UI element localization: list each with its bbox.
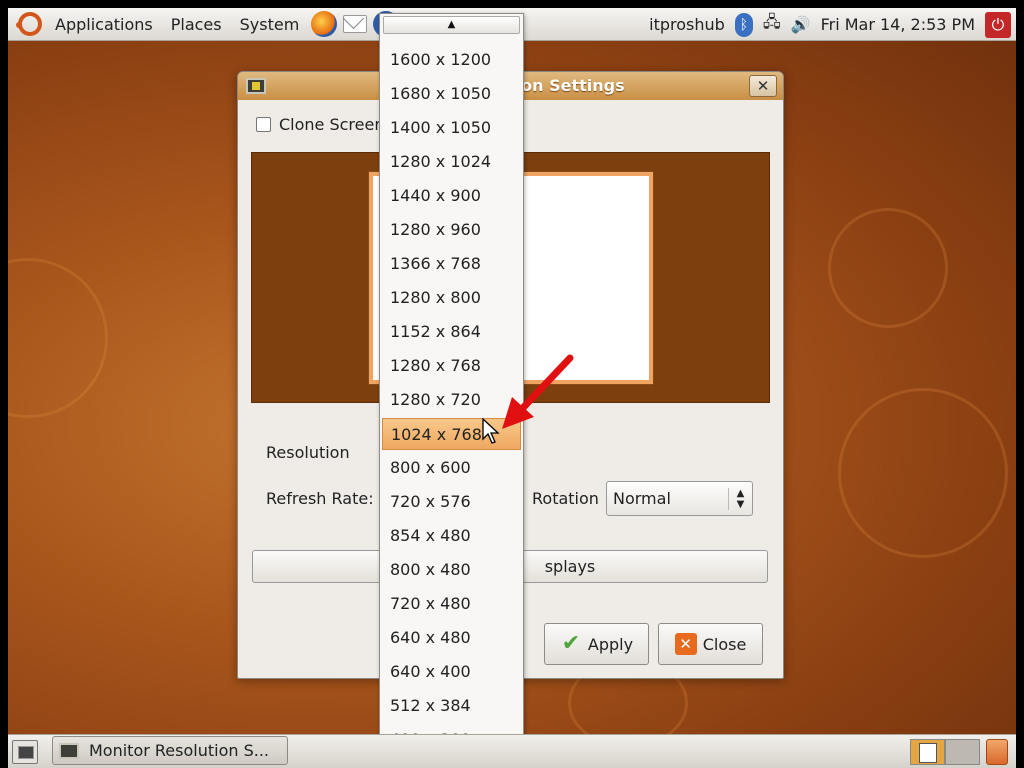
- resolution-option[interactable]: 1280 x 960: [382, 214, 521, 246]
- close-icon: ✕: [674, 633, 697, 655]
- resolution-option[interactable]: 720 x 480: [382, 588, 521, 620]
- user-name[interactable]: itproshub: [649, 15, 725, 34]
- resolution-option[interactable]: 1280 x 1024: [382, 146, 521, 178]
- close-button[interactable]: ✕ Close: [658, 623, 763, 665]
- menu-system[interactable]: System: [231, 8, 309, 41]
- rotation-value: Normal: [613, 489, 671, 508]
- show-desktop-icon[interactable]: [12, 740, 38, 764]
- volume-icon[interactable]: 🔊: [791, 15, 811, 34]
- wallpaper-swirl: [8, 258, 108, 418]
- taskbar-monitor-resolution[interactable]: Monitor Resolution S...: [52, 736, 288, 765]
- wallpaper-swirl: [828, 208, 948, 328]
- close-label: Close: [702, 634, 747, 654]
- window-title: tion Settings: [508, 76, 625, 95]
- monitor-app-icon: [59, 742, 79, 759]
- taskbar-label: Monitor Resolution S...: [89, 741, 270, 760]
- resolution-option[interactable]: 1280 x 800: [382, 282, 521, 314]
- window-close-button[interactable]: ✕: [749, 75, 777, 97]
- clone-screen-label: Clone Screen: [279, 115, 385, 134]
- desktop: Applications Places System ? itproshub ᛒ…: [8, 8, 1016, 768]
- clone-screen-option[interactable]: Clone Screen: [256, 115, 384, 134]
- resolution-option[interactable]: 1152 x 864: [382, 316, 521, 348]
- firefox-icon[interactable]: [311, 11, 338, 37]
- trash-icon[interactable]: [986, 739, 1008, 765]
- power-icon[interactable]: ⏻: [985, 11, 1011, 38]
- annotation-arrow-icon: [498, 353, 578, 437]
- resolution-option[interactable]: 854 x 480: [382, 520, 521, 552]
- resolution-option[interactable]: 1366 x 768: [382, 248, 521, 280]
- rotation-select[interactable]: Normal ▲ ▼: [606, 481, 753, 516]
- mail-icon[interactable]: [343, 15, 368, 33]
- resolution-option[interactable]: 640 x 480: [382, 622, 521, 654]
- network-icon[interactable]: 🖧: [763, 11, 781, 38]
- rotation-label: Rotation: [532, 489, 599, 508]
- resolution-option[interactable]: 640 x 400: [382, 656, 521, 688]
- select-arrows-icon: ▲ ▼: [728, 488, 752, 510]
- resolution-option[interactable]: 800 x 600: [382, 452, 521, 484]
- resolution-option[interactable]: 1600 x 1200: [382, 44, 521, 76]
- clone-screen-checkbox[interactable]: [256, 117, 271, 132]
- resolution-option[interactable]: 1440 x 900: [382, 180, 521, 212]
- menu-places[interactable]: Places: [162, 8, 231, 41]
- resolution-option[interactable]: 512 x 384: [382, 690, 521, 722]
- resolution-label: Resolution: [266, 443, 350, 462]
- menu-applications[interactable]: Applications: [46, 8, 162, 41]
- wallpaper-swirl: [838, 388, 1008, 558]
- resolution-option[interactable]: 1400 x 1050: [382, 112, 521, 144]
- resolution-option[interactable]: 800 x 480: [382, 554, 521, 586]
- workspace-1[interactable]: [910, 739, 945, 765]
- scroll-up-icon[interactable]: ▲: [383, 16, 520, 34]
- resolution-option[interactable]: 720 x 576: [382, 486, 521, 518]
- apply-button[interactable]: ✔ Apply: [544, 623, 649, 665]
- resolution-option[interactable]: 1680 x 1050: [382, 78, 521, 110]
- checkmark-icon: ✔: [561, 631, 581, 656]
- ubuntu-logo-icon[interactable]: [16, 12, 42, 36]
- workspace-switcher[interactable]: [910, 739, 980, 765]
- bluetooth-icon[interactable]: ᛒ: [734, 12, 753, 37]
- monitor-app-icon: [246, 78, 266, 94]
- apply-label: Apply: [587, 634, 634, 654]
- detect-displays-label: splays: [544, 557, 596, 576]
- clock[interactable]: Fri Mar 14, 2:53 PM: [821, 15, 975, 34]
- workspace-2[interactable]: [945, 739, 980, 765]
- bottom-panel: Monitor Resolution S...: [8, 734, 1016, 768]
- system-tray: itproshub ᛒ 🖧 🔊 Fri Mar 14, 2:53 PM ⏻: [644, 8, 1016, 41]
- refresh-rate-label: Refresh Rate:: [266, 489, 374, 508]
